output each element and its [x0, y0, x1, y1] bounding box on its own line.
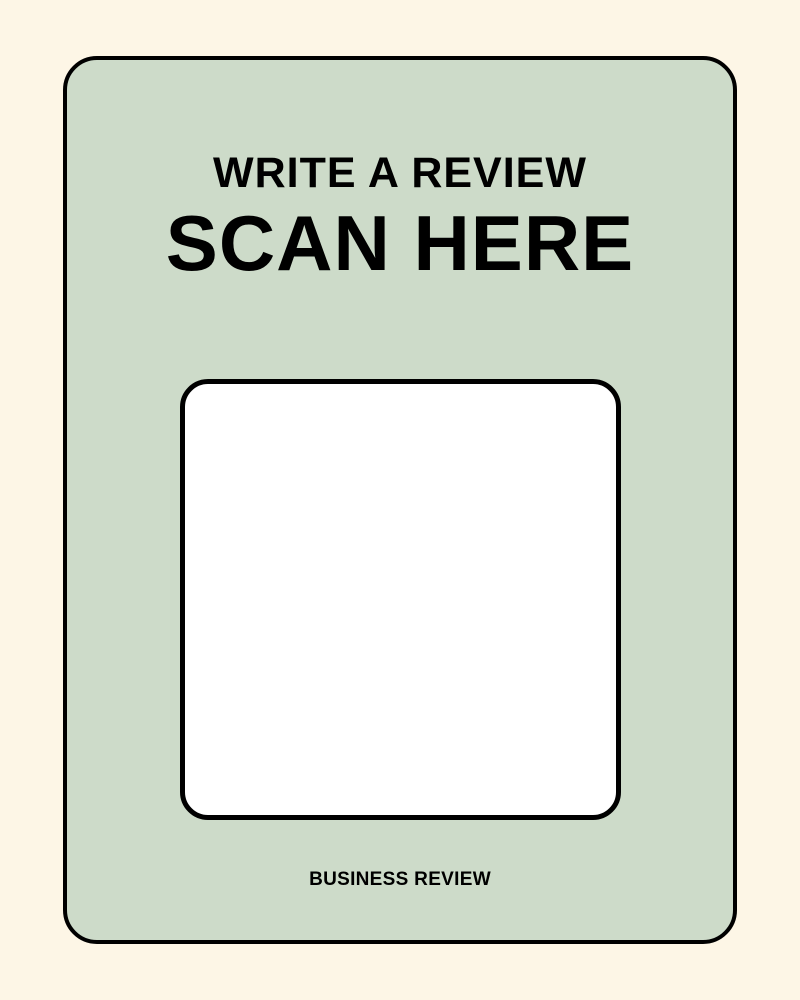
- scan-here-heading: SCAN HERE: [165, 199, 635, 287]
- write-review-heading: WRITE A REVIEW: [213, 149, 587, 197]
- review-card: WRITE A REVIEW SCAN HERE BUSINESS REVIEW: [63, 56, 737, 944]
- qr-code-placeholder: [180, 379, 621, 820]
- business-review-label: BUSINESS REVIEW: [309, 869, 491, 890]
- page-background: WRITE A REVIEW SCAN HERE BUSINESS REVIEW: [0, 0, 800, 1000]
